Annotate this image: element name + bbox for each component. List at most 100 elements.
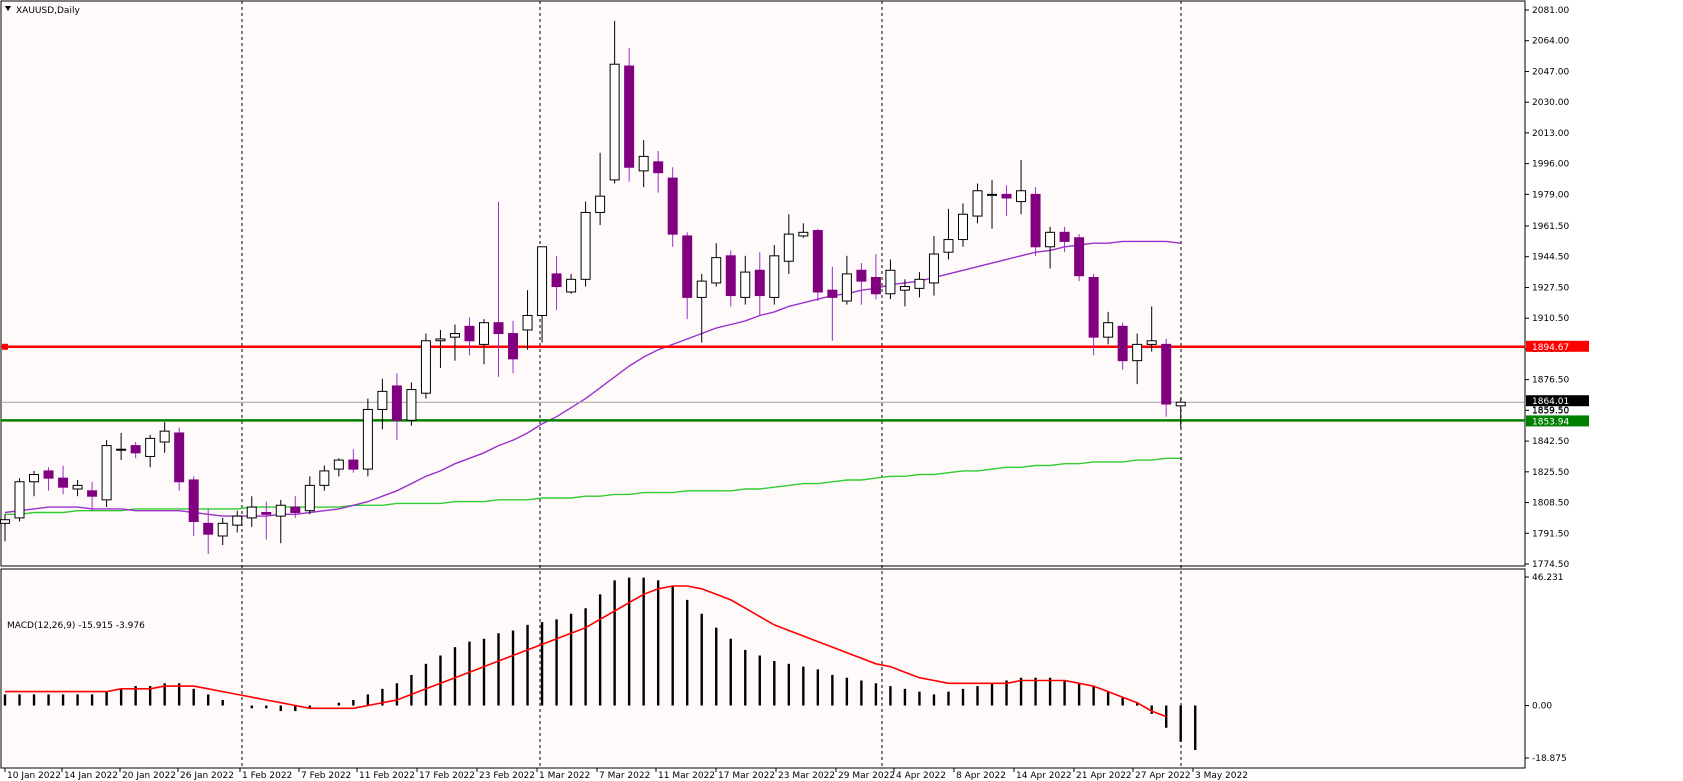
date-tick-label: 3 May 2022 [1195, 771, 1248, 781]
candle-body [957, 213, 968, 241]
candle-body [841, 273, 852, 302]
candle-body [551, 273, 562, 288]
candle-body [1132, 343, 1143, 362]
bearish-candle [1074, 234, 1085, 282]
candle-body [987, 193, 998, 196]
candle-body [595, 195, 606, 213]
candle-body [1074, 237, 1085, 277]
candle-body [14, 481, 25, 519]
candle-body [885, 269, 896, 295]
price-tick-label: 1944.50 [1532, 253, 1569, 263]
candle-body [116, 448, 127, 451]
date-tick-label: 29 Mar 2022 [838, 771, 895, 781]
price-tick-label: 1979.00 [1532, 190, 1569, 200]
candle-body [87, 490, 98, 497]
candle-body [667, 177, 678, 235]
price-tick-label: 1961.50 [1532, 222, 1569, 232]
candle-body [420, 340, 431, 394]
candle-body [740, 271, 751, 298]
date-tick-label: 23 Mar 2022 [778, 771, 835, 781]
macd-tick-label: 46.231 [1532, 573, 1564, 583]
candle-body [261, 511, 272, 515]
candle-body [624, 65, 635, 168]
candle-body [1117, 325, 1128, 362]
price-tick-label: 1927.50 [1532, 283, 1569, 293]
bearish-candle [174, 427, 185, 491]
bullish-candle [101, 440, 112, 508]
date-tick-label: 8 Apr 2022 [956, 771, 1006, 781]
support-price-box: 1853.94 [1532, 417, 1569, 427]
candle-body [653, 161, 664, 174]
date-tick-label: 14 Jan 2022 [64, 771, 118, 781]
bullish-candle [580, 201, 591, 287]
candle-body [319, 470, 330, 486]
candle-body [145, 437, 156, 457]
candle-body [29, 474, 40, 483]
candle-body [566, 278, 577, 293]
candle-body [914, 278, 925, 289]
candle-body [58, 477, 69, 488]
candle-body [696, 280, 707, 298]
candle-body [870, 277, 881, 295]
macd-tick-label: 0.00 [1532, 702, 1552, 712]
price-tick-label: 2030.00 [1532, 98, 1569, 108]
candle-body [188, 479, 199, 523]
date-tick-label: 7 Feb 2022 [301, 771, 351, 781]
date-tick-label: 7 Mar 2022 [599, 771, 650, 781]
price-tick-label: 2064.00 [1532, 37, 1569, 47]
candle-body [101, 445, 112, 501]
macd-panel [0, 568, 1526, 769]
candle-body [928, 253, 939, 284]
candle-body [827, 289, 838, 298]
candle-body [1103, 322, 1114, 338]
candle-body [246, 506, 257, 519]
candle-body [856, 269, 867, 282]
candle-body [725, 255, 736, 297]
candle-body [522, 314, 533, 331]
resistance-handle [2, 343, 8, 350]
date-tick-label: 14 Apr 2022 [1016, 771, 1072, 781]
date-tick-label: 4 Apr 2022 [896, 771, 946, 781]
candle-body [899, 286, 910, 291]
candle-body [1045, 231, 1056, 248]
macd-label: MACD(12,26,9) -15.915 -3.976 [7, 621, 145, 631]
price-tick-label: 1825.50 [1532, 468, 1569, 478]
date-tick-label: 11 Feb 2022 [359, 771, 415, 781]
date-tick-label: 27 Apr 2022 [1135, 771, 1191, 781]
macd-tick-label: -18.875 [1532, 754, 1567, 764]
candle-body [609, 63, 620, 181]
candle-body [290, 506, 301, 513]
candle-body [943, 239, 954, 253]
bearish-candle [624, 47, 635, 182]
candle-body [798, 231, 809, 237]
candle-body [493, 322, 504, 335]
bearish-candle [812, 228, 823, 302]
candle-body [972, 190, 983, 217]
current-price-secondary: 1859.50 [1532, 406, 1569, 416]
candle-body [1175, 401, 1186, 407]
candle-body [812, 230, 823, 293]
candle-body [435, 338, 446, 342]
resistance-price-box: 1894.67 [1532, 343, 1569, 353]
candle-body [682, 235, 693, 298]
chart-canvas: 2081.00 2064.00 2047.00 2030.00 2013.00 1996.… [0, 0, 1683, 781]
candle-body [159, 430, 170, 443]
price-tick-label: 2013.00 [1532, 129, 1569, 139]
candle-body [377, 390, 388, 410]
candle-body [406, 389, 417, 421]
candle-body [72, 484, 83, 490]
date-tick-label: 20 Jan 2022 [122, 771, 176, 781]
candle-body [754, 269, 765, 297]
candle-body [783, 233, 794, 262]
candle-body [232, 515, 243, 526]
date-tick-label: 26 Jan 2022 [180, 771, 234, 781]
price-tick-label: 1774.50 [1532, 560, 1569, 570]
candle-body [638, 155, 649, 172]
candle-body [217, 522, 228, 537]
candle-body [508, 333, 519, 360]
candle-body [174, 432, 185, 483]
candle-body [0, 519, 10, 524]
price-tick-label: 1996.00 [1532, 160, 1569, 170]
date-tick-label: 1 Feb 2022 [242, 771, 292, 781]
candle-body [1146, 340, 1157, 345]
